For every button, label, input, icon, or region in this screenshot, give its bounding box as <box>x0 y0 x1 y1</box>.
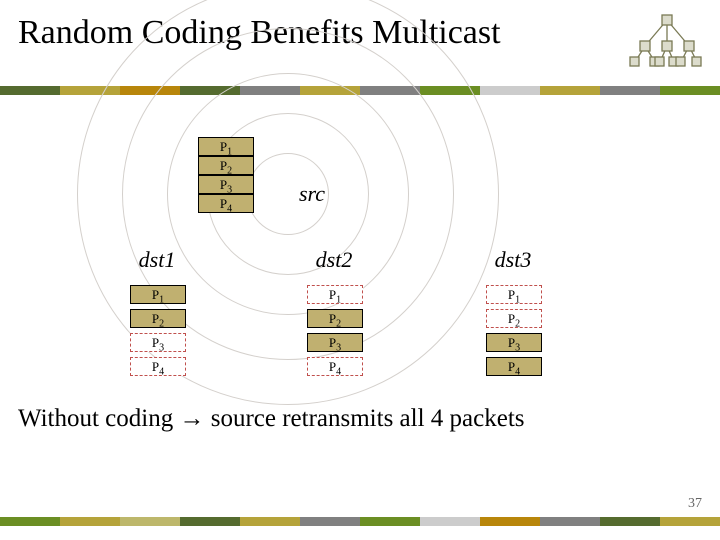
packet-p3: P3 <box>486 333 542 352</box>
packet-p1: P1 <box>130 285 186 304</box>
packet-p2: P2 <box>130 309 186 328</box>
dst3-label: dst3 <box>483 247 543 273</box>
corner-network-icon <box>628 8 706 68</box>
packet-p3: P3 <box>307 333 363 352</box>
packet-p4: P4 <box>307 357 363 376</box>
divider-bottom <box>0 517 720 526</box>
src-packets: P1 P2 P3 P4 <box>198 137 254 213</box>
src-label: src <box>289 181 335 207</box>
dst1-label: dst1 <box>127 247 187 273</box>
packet-p4: P4 <box>486 357 542 376</box>
packet-p3: P3 <box>198 175 254 194</box>
packet-p2: P2 <box>198 156 254 175</box>
packet-p1: P1 <box>486 285 542 304</box>
statement: Without coding → source retransmits all … <box>18 405 525 433</box>
dst2-label: dst2 <box>304 247 364 273</box>
dst2-packets: P1 P2 P3 P4 <box>307 285 363 376</box>
packet-p2: P2 <box>486 309 542 328</box>
dst1-packets: P1 P2 P3 P4 <box>130 285 186 376</box>
packet-p3: P3 <box>130 333 186 352</box>
packet-p4: P4 <box>130 357 186 376</box>
dst3-packets: P1 P2 P3 P4 <box>486 285 542 376</box>
packet-p4: P4 <box>198 194 254 213</box>
packet-p2: P2 <box>307 309 363 328</box>
packet-p1: P1 <box>307 285 363 304</box>
page-number: 37 <box>688 496 702 512</box>
packet-p1: P1 <box>198 137 254 156</box>
